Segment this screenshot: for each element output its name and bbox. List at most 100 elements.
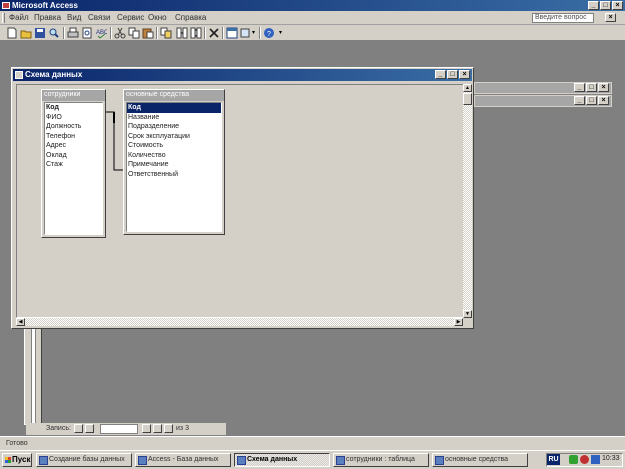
database-window-icon[interactable] bbox=[226, 27, 238, 39]
table-fixed-assets[interactable]: основные средства Код Название Подраздел… bbox=[123, 89, 225, 235]
delete-icon[interactable] bbox=[208, 27, 220, 39]
tray-app-icon[interactable] bbox=[569, 455, 578, 464]
taskbar-task[interactable]: сотрудники : таблица bbox=[333, 453, 429, 467]
relationships-icon bbox=[15, 71, 23, 79]
menu-tools[interactable]: Сервис bbox=[117, 13, 144, 22]
clock[interactable]: 10:33 bbox=[602, 455, 620, 462]
field-item[interactable]: Адрес bbox=[45, 141, 102, 151]
new-icon[interactable] bbox=[6, 27, 18, 39]
svg-text:ABC: ABC bbox=[96, 30, 107, 36]
field-item[interactable]: Срок эксплуатации bbox=[127, 132, 221, 142]
toolbar-separator bbox=[259, 27, 261, 39]
menu-relationships[interactable]: Связи bbox=[88, 13, 110, 22]
relationships-window-title-bar[interactable]: Схема данных _ □ × bbox=[13, 69, 472, 81]
field-item[interactable]: Стаж bbox=[45, 160, 102, 170]
record-label: Запись: bbox=[46, 425, 71, 432]
field-item[interactable]: Должность bbox=[45, 122, 102, 132]
cut-icon[interactable] bbox=[114, 27, 126, 39]
save-icon[interactable] bbox=[34, 27, 46, 39]
field-item[interactable]: Стоимость bbox=[127, 141, 221, 151]
toolbar-separator bbox=[222, 27, 224, 39]
close-button[interactable]: × bbox=[598, 96, 609, 105]
chevron-down-icon[interactable]: ▾ bbox=[252, 29, 255, 36]
scroll-left-icon[interactable]: ◀ bbox=[16, 318, 25, 326]
menu-file[interactable]: Файл bbox=[9, 13, 29, 22]
menu-help[interactable]: Справка bbox=[175, 13, 206, 22]
taskbar-task[interactable]: Access - База данных bbox=[135, 453, 231, 467]
next-record-button[interactable] bbox=[142, 424, 151, 433]
svg-text:?: ? bbox=[267, 31, 271, 38]
relationships-canvas[interactable]: сотрудники Код ФИО Должность Телефон Адр… bbox=[16, 84, 464, 318]
field-item-selected[interactable]: Код bbox=[127, 103, 221, 113]
all-relationships-icon[interactable] bbox=[190, 27, 202, 39]
show-table-icon[interactable] bbox=[160, 27, 172, 39]
db-close-button[interactable]: × bbox=[605, 13, 616, 22]
first-record-button[interactable] bbox=[74, 424, 83, 433]
network-icon[interactable] bbox=[591, 455, 600, 464]
copy-icon[interactable] bbox=[128, 27, 140, 39]
toolbar-options-icon[interactable]: ▾ bbox=[279, 29, 282, 36]
scroll-down-icon[interactable]: ▼ bbox=[463, 310, 472, 318]
search-icon[interactable] bbox=[48, 27, 60, 39]
field-item[interactable]: Подразделение bbox=[127, 122, 221, 132]
field-item[interactable]: Оклад bbox=[45, 151, 102, 161]
maximize-button[interactable]: □ bbox=[586, 83, 597, 92]
table-employees[interactable]: сотрудники Код ФИО Должность Телефон Адр… bbox=[41, 89, 106, 238]
scroll-thumb[interactable] bbox=[463, 93, 472, 105]
record-total: из 3 bbox=[176, 425, 189, 432]
new-object-icon[interactable] bbox=[240, 27, 252, 39]
scroll-right-icon[interactable]: ▶ bbox=[454, 318, 463, 326]
record-number-field[interactable] bbox=[100, 424, 138, 434]
new-record-button[interactable] bbox=[164, 424, 173, 433]
minimize-button[interactable]: _ bbox=[435, 70, 446, 79]
field-list[interactable]: Код Название Подразделение Срок эксплуат… bbox=[126, 102, 222, 232]
toolbar: ABC ▾ ? ▾ bbox=[0, 25, 625, 41]
taskbar-task[interactable]: основные средства bbox=[432, 453, 528, 467]
close-button[interactable]: × bbox=[459, 70, 470, 79]
background-window-title[interactable]: _ □ × bbox=[474, 95, 612, 107]
minimize-button[interactable]: _ bbox=[574, 83, 585, 92]
field-item[interactable]: Код bbox=[45, 103, 102, 113]
field-item[interactable]: Количество bbox=[127, 151, 221, 161]
print-icon[interactable] bbox=[67, 27, 79, 39]
menu-view[interactable]: Вид bbox=[67, 13, 81, 22]
antivirus-icon[interactable] bbox=[580, 455, 589, 464]
help-icon[interactable]: ? bbox=[263, 27, 275, 39]
field-item[interactable]: Примечание bbox=[127, 160, 221, 170]
minimize-button[interactable]: _ bbox=[588, 1, 599, 10]
menu-edit[interactable]: Правка bbox=[34, 13, 61, 22]
help-question-box[interactable]: Введите вопрос bbox=[532, 13, 594, 23]
table-title[interactable]: основные средства bbox=[124, 90, 224, 101]
menu-window[interactable]: Окно bbox=[148, 13, 167, 22]
previous-record-button[interactable] bbox=[85, 424, 94, 433]
field-item[interactable]: ФИО bbox=[45, 113, 102, 123]
last-record-button[interactable] bbox=[153, 424, 162, 433]
direct-relationships-icon[interactable] bbox=[176, 27, 188, 39]
maximize-button[interactable]: □ bbox=[600, 1, 611, 10]
maximize-button[interactable]: □ bbox=[447, 70, 458, 79]
minimize-button[interactable]: _ bbox=[574, 96, 585, 105]
background-window-title[interactable]: _ □ × bbox=[474, 82, 612, 94]
status-bar: Готово bbox=[0, 436, 625, 450]
toolbar-separator bbox=[156, 27, 158, 39]
table-title[interactable]: сотрудники bbox=[42, 90, 105, 101]
close-button[interactable]: × bbox=[598, 83, 609, 92]
restore-button[interactable]: □ bbox=[586, 96, 597, 105]
paste-icon[interactable] bbox=[142, 27, 154, 39]
app-title-bar[interactable]: Microsoft Access _ □ × bbox=[0, 0, 625, 11]
field-list[interactable]: Код ФИО Должность Телефон Адрес Оклад Ст… bbox=[44, 102, 103, 235]
field-item[interactable]: Название bbox=[127, 113, 221, 123]
close-button[interactable]: × bbox=[612, 1, 623, 10]
print-preview-icon[interactable] bbox=[81, 27, 93, 39]
vertical-scrollbar[interactable]: ▲ ▼ bbox=[463, 84, 472, 318]
scroll-up-icon[interactable]: ▲ bbox=[463, 84, 472, 92]
start-button[interactable]: Пуск bbox=[2, 453, 32, 467]
menu-grip[interactable] bbox=[2, 13, 5, 23]
open-icon[interactable] bbox=[20, 27, 32, 39]
field-item[interactable]: Ответственный bbox=[127, 170, 221, 180]
horizontal-scrollbar[interactable]: ◀ ▶ bbox=[16, 318, 463, 326]
taskbar-task[interactable]: Создание базы данных bbox=[36, 453, 132, 467]
spelling-icon[interactable]: ABC bbox=[95, 27, 107, 39]
taskbar-task-active[interactable]: Схема данных bbox=[234, 453, 330, 467]
field-item[interactable]: Телефон bbox=[45, 132, 102, 142]
